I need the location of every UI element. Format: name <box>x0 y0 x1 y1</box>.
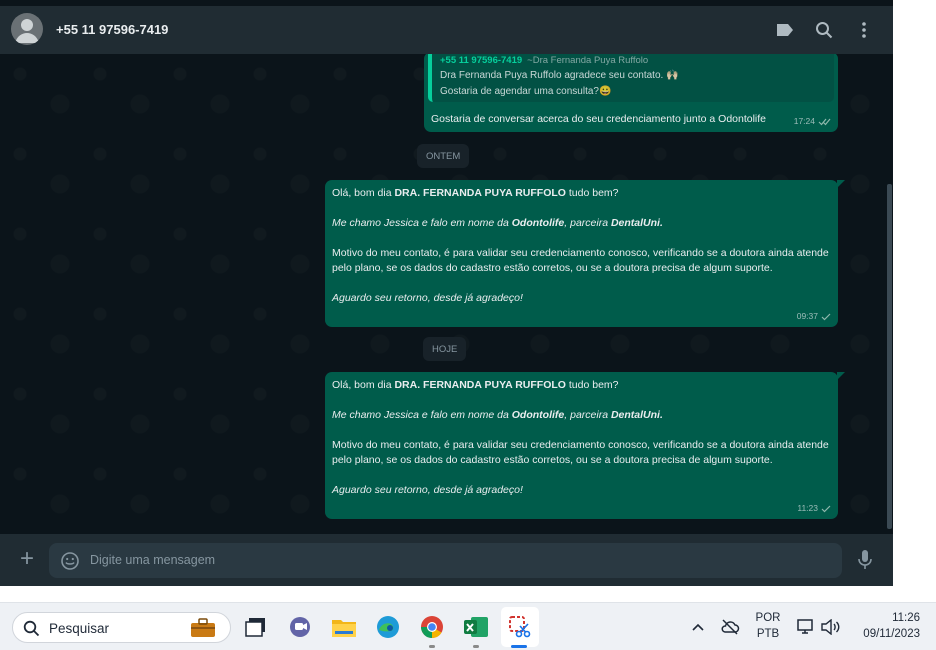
message-meta: 09:37 <box>797 309 831 324</box>
excel-icon[interactable] <box>462 613 490 641</box>
message-time: 09:37 <box>796 311 818 321</box>
message-time: 17:24 <box>793 116 815 126</box>
message-body: Motivo do meu contato, é para validar se… <box>332 247 832 274</box>
message-body: Motivo do meu contato, é para validar se… <box>332 439 832 466</box>
contact-avatar[interactable] <box>11 13 43 45</box>
whatsapp-window: +55 11 97596-7419 +55 11 97596-7419 ~Dra … <box>0 0 893 586</box>
folder-icon[interactable] <box>330 613 358 641</box>
microphone-icon[interactable] <box>855 549 875 571</box>
message-text: Gostaria de conversar acerca do seu cred… <box>431 113 767 125</box>
taskbar-search[interactable]: Pesquisar <box>12 612 231 643</box>
chevron-up-icon[interactable] <box>684 613 712 641</box>
day-chip-today: HOJE <box>423 337 467 361</box>
chrome-icon[interactable] <box>418 613 446 641</box>
attach-plus-icon[interactable]: + <box>15 547 39 572</box>
edge-icon[interactable] <box>374 613 402 641</box>
snipping-tool-icon[interactable] <box>506 613 534 641</box>
clock-time[interactable]: 11:26 <box>850 612 920 624</box>
single-check-icon <box>821 313 831 320</box>
running-indicator <box>429 645 435 648</box>
language-indicator[interactable]: POR <box>752 612 784 624</box>
message-intro: Me chamo Jessica e falo em nome da Odont… <box>332 409 663 421</box>
file-manager-icon[interactable] <box>242 613 270 641</box>
search-icon[interactable] <box>812 18 836 42</box>
quote-line: Gostaria de agendar uma consulta?😀 <box>440 86 612 97</box>
keyboard-layout[interactable]: PTB <box>752 628 784 640</box>
double-check-icon <box>818 118 831 125</box>
contact-name[interactable]: +55 11 97596-7419 <box>56 22 168 37</box>
message-list[interactable]: +55 11 97596-7419 ~Dra Fernanda Puya Ruff… <box>0 54 893 534</box>
message-closing: Aguardo seu retorno, desde já agradeço! <box>332 484 523 496</box>
cloud-offline-icon[interactable] <box>716 613 744 641</box>
outgoing-message[interactable]: Olá, bom dia DRA. FERNANDA PUYA RUFFOLO … <box>325 180 845 327</box>
message-closing: Aguardo seu retorno, desde já agradeço! <box>332 292 523 304</box>
briefcase-icon <box>191 618 215 637</box>
search-icon <box>23 620 40 637</box>
kebab-menu-icon[interactable] <box>852 18 876 42</box>
quote-author: +55 11 97596-7419 ~Dra Fernanda Puya Ruff… <box>440 55 649 66</box>
volume-icon[interactable] <box>816 613 844 641</box>
message-meta: 17:24 <box>794 114 831 129</box>
message-composer: + Digite uma mensagem <box>0 534 893 586</box>
message-greeting: Olá, bom dia DRA. FERNANDA PUYA RUFFOLO … <box>332 379 619 391</box>
teams-icon[interactable] <box>286 613 314 641</box>
day-chip-yesterday: ONTEM <box>417 144 470 168</box>
single-check-icon <box>821 505 831 512</box>
quote-author-alias: ~Dra Fernanda Puya Ruffolo <box>527 55 649 66</box>
clock-date[interactable]: 09/11/2023 <box>850 628 920 640</box>
running-indicator <box>473 645 479 648</box>
message-greeting: Olá, bom dia DRA. FERNANDA PUYA RUFFOLO … <box>332 187 619 199</box>
windows-taskbar: Pesquisar POR PTB 11:26 09/11/2023 <box>0 602 936 650</box>
chat-header: +55 11 97596-7419 <box>0 6 893 54</box>
message-input[interactable]: Digite uma mensagem <box>49 543 842 578</box>
emoji-icon[interactable] <box>60 551 80 571</box>
chat-scrollbar[interactable] <box>887 184 892 529</box>
message-intro: Me chamo Jessica e falo em nome da Odont… <box>332 217 663 229</box>
outgoing-message[interactable]: Olá, bom dia DRA. FERNANDA PUYA RUFFOLO … <box>325 372 845 519</box>
quoted-message[interactable]: +55 11 97596-7419 ~Dra Fernanda Puya Ruff… <box>428 54 834 102</box>
quote-line: Dra Fernanda Puya Ruffolo agradece seu c… <box>440 70 679 81</box>
message-meta: 11:23 <box>797 501 831 516</box>
message-placeholder: Digite uma mensagem <box>90 553 216 567</box>
active-indicator <box>511 645 527 648</box>
outgoing-message[interactable]: +55 11 97596-7419 ~Dra Fernanda Puya Ruff… <box>424 54 838 132</box>
search-label: Pesquisar <box>49 621 110 636</box>
message-time: 11:23 <box>797 503 818 513</box>
label-icon[interactable] <box>773 18 797 42</box>
